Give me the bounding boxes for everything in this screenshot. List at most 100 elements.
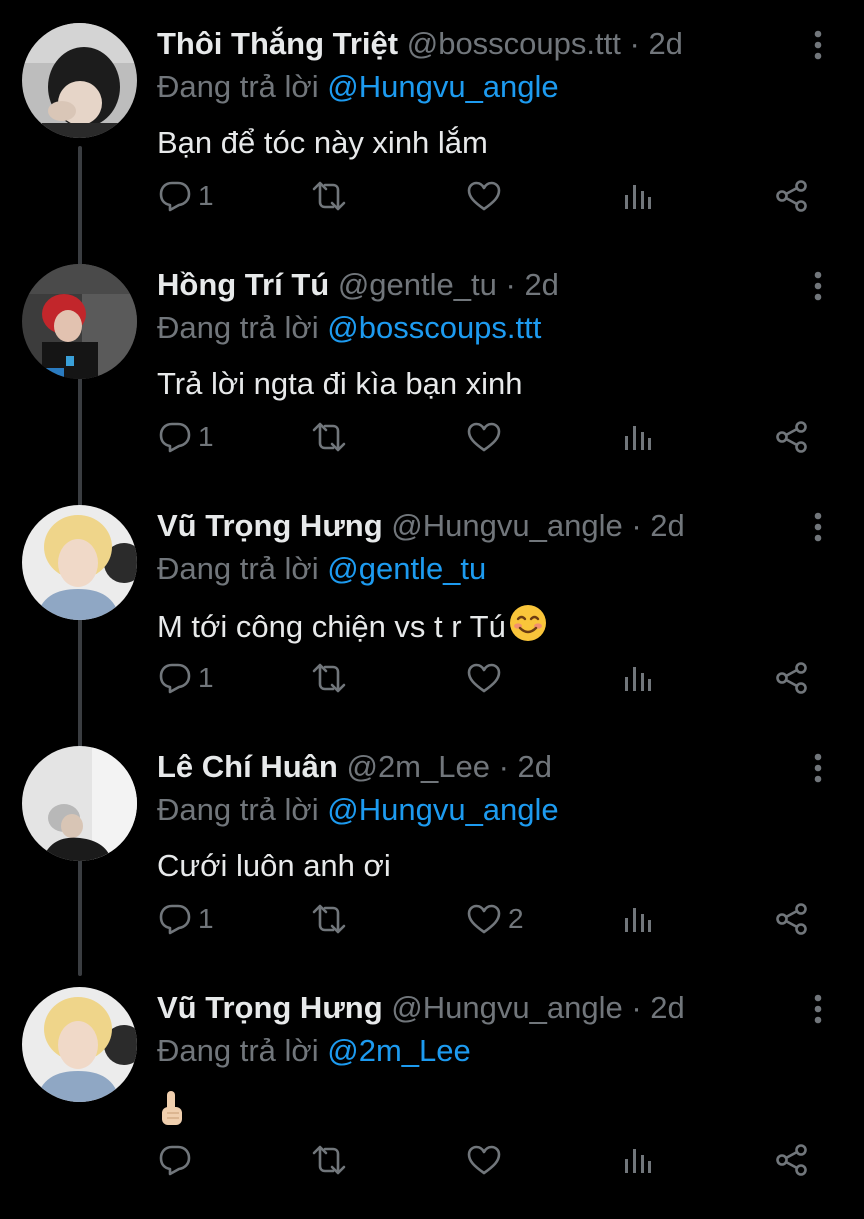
tweet[interactable]: Vũ Trọng Hưng @Hungvu_angle · 2d Đang tr… bbox=[0, 482, 864, 723]
analytics-icon bbox=[625, 185, 651, 209]
author-handle[interactable]: @2m_Lee bbox=[346, 749, 490, 784]
avatar[interactable] bbox=[22, 746, 137, 861]
avatar[interactable] bbox=[22, 23, 137, 138]
mention-link[interactable]: @Hungvu_angle bbox=[327, 69, 558, 104]
author-handle[interactable]: @bosscoups.ttt bbox=[407, 26, 621, 61]
reply-button[interactable]: 1 bbox=[158, 180, 214, 212]
views-button[interactable] bbox=[622, 180, 654, 212]
retweet-button[interactable] bbox=[311, 903, 353, 935]
retweet-button[interactable] bbox=[311, 662, 353, 694]
share-button[interactable] bbox=[775, 903, 809, 935]
tweet[interactable]: Thôi Thắng Triệt @bosscoups.ttt · 2d Đan… bbox=[0, 0, 864, 241]
reply-icon bbox=[159, 663, 191, 694]
reply-button[interactable]: 1 bbox=[158, 903, 214, 935]
reply-icon bbox=[159, 181, 191, 212]
author-name[interactable]: Hồng Trí Tú bbox=[157, 267, 329, 302]
retweet-button[interactable] bbox=[311, 1144, 353, 1176]
retweet-icon bbox=[312, 181, 346, 211]
like-button[interactable] bbox=[466, 662, 508, 694]
like-button[interactable]: 2 bbox=[466, 903, 524, 935]
retweet-button[interactable] bbox=[311, 421, 353, 453]
heart-icon bbox=[467, 422, 501, 452]
timestamp[interactable]: 2d bbox=[650, 990, 684, 1025]
tweet-header: Vũ Trọng Hưng @Hungvu_angle · 2d bbox=[157, 988, 774, 1028]
retweet-icon bbox=[312, 663, 346, 693]
share-button[interactable] bbox=[775, 421, 809, 453]
mention-link[interactable]: @2m_Lee bbox=[327, 1033, 471, 1068]
mention-link[interactable]: @gentle_tu bbox=[327, 551, 486, 586]
like-button[interactable] bbox=[466, 421, 508, 453]
more-options-button[interactable] bbox=[806, 751, 830, 787]
timestamp[interactable]: 2d bbox=[518, 749, 552, 784]
tweet-header: Hồng Trí Tú @gentle_tu · 2d bbox=[157, 265, 774, 305]
tweet[interactable]: Lê Chí Huân @2m_Lee · 2d Đang trả lời @H… bbox=[0, 723, 864, 964]
replying-to-label: Đang trả lời bbox=[157, 1033, 319, 1068]
separator-dot: · bbox=[498, 749, 509, 784]
avatar[interactable] bbox=[22, 264, 137, 379]
analytics-icon bbox=[625, 667, 651, 691]
timestamp[interactable]: 2d bbox=[524, 267, 558, 302]
replying-to-label: Đang trả lời bbox=[157, 792, 319, 827]
retweet-icon bbox=[312, 422, 346, 452]
author-handle[interactable]: @Hungvu_angle bbox=[391, 508, 622, 543]
replying-to: Đang trả lời @bosscoups.ttt bbox=[157, 308, 541, 348]
author-name[interactable]: Vũ Trọng Hưng bbox=[157, 990, 383, 1025]
reply-count: 1 bbox=[198, 903, 214, 934]
views-button[interactable] bbox=[622, 1144, 654, 1176]
more-vertical-icon bbox=[814, 512, 822, 542]
tweet-actions: 1 bbox=[0, 166, 864, 222]
heart-icon bbox=[467, 1145, 501, 1175]
more-options-button[interactable] bbox=[806, 269, 830, 305]
views-button[interactable] bbox=[622, 903, 654, 935]
tweet[interactable]: Hồng Trí Tú @gentle_tu · 2d Đang trả lời… bbox=[0, 241, 864, 482]
separator-dot: · bbox=[505, 267, 516, 302]
views-button[interactable] bbox=[622, 662, 654, 694]
views-button[interactable] bbox=[622, 421, 654, 453]
mention-link[interactable]: @bosscoups.ttt bbox=[327, 310, 541, 345]
heart-icon bbox=[467, 663, 501, 693]
timestamp[interactable]: 2d bbox=[648, 26, 682, 61]
reply-icon bbox=[159, 1145, 191, 1176]
replying-to: Đang trả lời @gentle_tu bbox=[157, 549, 486, 589]
tweet-actions: 1 bbox=[0, 407, 864, 463]
more-options-button[interactable] bbox=[806, 510, 830, 546]
tweet-actions bbox=[0, 1130, 864, 1186]
analytics-icon bbox=[625, 908, 651, 932]
tweet-header: Vũ Trọng Hưng @Hungvu_angle · 2d bbox=[157, 506, 774, 546]
reply-button[interactable]: 1 bbox=[158, 421, 214, 453]
separator-dot: · bbox=[631, 508, 642, 543]
more-vertical-icon bbox=[814, 271, 822, 301]
reply-icon bbox=[159, 422, 191, 453]
author-handle[interactable]: @Hungvu_angle bbox=[391, 990, 622, 1025]
author-handle[interactable]: @gentle_tu bbox=[338, 267, 497, 302]
mention-link[interactable]: @Hungvu_angle bbox=[327, 792, 558, 827]
more-options-button[interactable] bbox=[806, 992, 830, 1028]
tweet-text-content: M tới công chiện vs t r Tú bbox=[157, 609, 506, 644]
author-name[interactable]: Lê Chí Huân bbox=[157, 749, 338, 784]
tweet-text: Bạn để tóc này xinh lắm bbox=[157, 125, 488, 160]
author-name[interactable]: Vũ Trọng Hưng bbox=[157, 508, 383, 543]
tweet[interactable]: Vũ Trọng Hưng @Hungvu_angle · 2d Đang tr… bbox=[0, 964, 864, 1205]
replying-to-label: Đang trả lời bbox=[157, 310, 319, 345]
avatar[interactable] bbox=[22, 505, 137, 620]
replying-to: Đang trả lời @Hungvu_angle bbox=[157, 67, 559, 107]
timestamp[interactable]: 2d bbox=[650, 508, 684, 543]
reply-button[interactable] bbox=[158, 1144, 198, 1176]
author-name[interactable]: Thôi Thắng Triệt bbox=[157, 26, 398, 61]
share-button[interactable] bbox=[775, 180, 809, 212]
replying-to-label: Đang trả lời bbox=[157, 69, 319, 104]
share-icon bbox=[776, 903, 807, 935]
more-options-button[interactable] bbox=[806, 28, 830, 64]
retweet-icon bbox=[312, 904, 346, 934]
like-button[interactable] bbox=[466, 1144, 508, 1176]
smiling-face-emoji-icon bbox=[509, 605, 546, 641]
like-button[interactable] bbox=[466, 180, 508, 212]
avatar[interactable] bbox=[22, 987, 137, 1102]
share-button[interactable] bbox=[775, 662, 809, 694]
reply-count: 1 bbox=[198, 180, 214, 211]
retweet-button[interactable] bbox=[311, 180, 353, 212]
tweet-text: Cưới luôn anh ơi bbox=[157, 848, 391, 883]
share-button[interactable] bbox=[775, 1144, 809, 1176]
replying-to: Đang trả lời @Hungvu_angle bbox=[157, 790, 559, 830]
reply-button[interactable]: 1 bbox=[158, 662, 214, 694]
